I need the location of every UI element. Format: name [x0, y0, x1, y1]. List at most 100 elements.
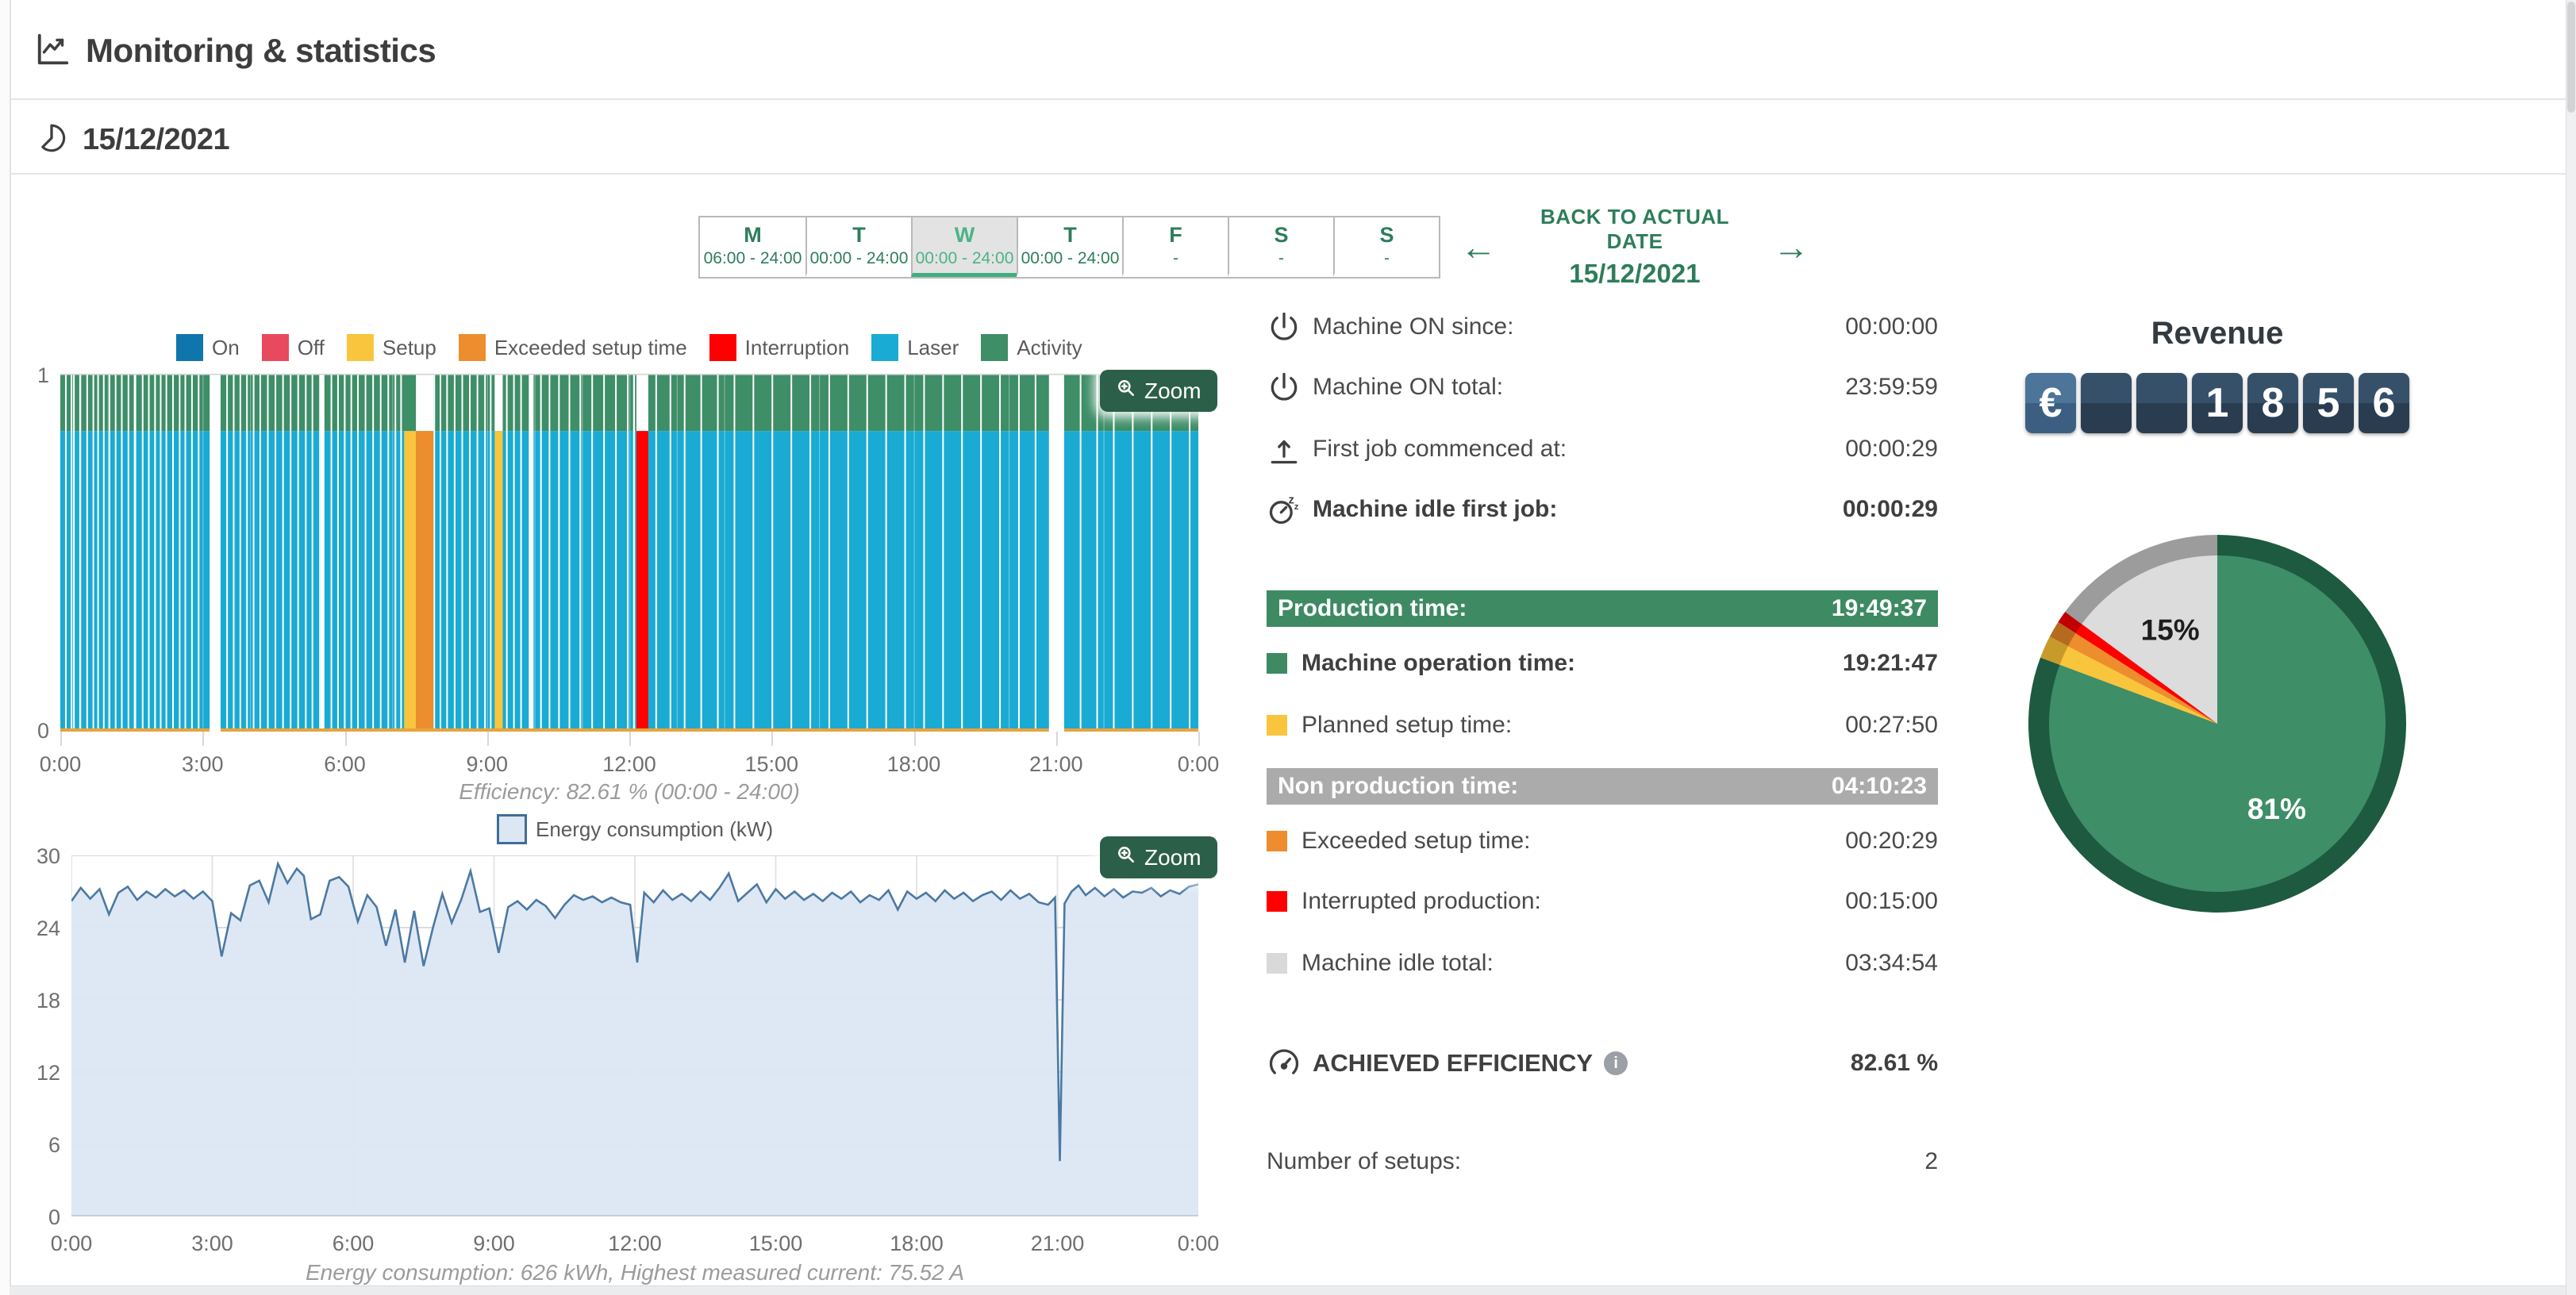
- pie-label-machine-operation: 81%: [2247, 793, 2306, 825]
- previous-day-arrow[interactable]: ←: [1460, 229, 1497, 265]
- timeline-x-label: 21:00: [1029, 752, 1083, 777]
- stat-label: Machine idle total:: [1301, 950, 1494, 977]
- day-cell-s-6[interactable]: S-: [1333, 217, 1439, 277]
- stat-value: 00:00:29: [1843, 496, 1938, 523]
- info-icon[interactable]: i: [1604, 1051, 1628, 1075]
- stat-label: Machine idle first job:: [1313, 496, 1557, 523]
- legend-swatch-exceeded-setup-time: [459, 334, 486, 361]
- day-cell-m-0[interactable]: M06:00 - 24:00: [700, 217, 805, 277]
- day-range: 00:00 - 24:00: [810, 248, 909, 268]
- energy-zoom-button[interactable]: Zoom: [1100, 836, 1217, 878]
- day-range: -: [1173, 248, 1178, 268]
- timeline-x-label: 6:00: [324, 752, 366, 777]
- energy-x-label: 3:00: [191, 1232, 233, 1256]
- timeline-x-label: 0:00: [40, 752, 82, 777]
- scrollbar-thumb[interactable]: [2567, 2, 2575, 113]
- production-pie-chart: 81% 15%: [2027, 533, 2408, 914]
- legend-swatch-setup: [347, 334, 374, 361]
- legend-item-setup: Setup: [347, 334, 436, 361]
- stat-label: ACHIEVED EFFICIENCY: [1313, 1049, 1593, 1078]
- timeline-x-tick: [629, 732, 631, 746]
- timeline-x-tick: [1056, 732, 1058, 746]
- timeline-y-min: 0: [37, 719, 49, 744]
- date-divider: [10, 173, 2566, 175]
- day-range: -: [1278, 248, 1284, 268]
- energy-consumption-chart[interactable]: [71, 855, 1198, 1216]
- legend-swatch-off: [262, 334, 289, 361]
- stat-value: 00:27:50: [1845, 712, 1938, 739]
- date-navigation: ← BACK TO ACTUAL DATE 15/12/2021 →: [1460, 213, 1809, 281]
- stat-label: Machine ON since:: [1313, 313, 1513, 340]
- revenue-title: Revenue: [2151, 316, 2284, 352]
- revenue-digit-tile-2: [2136, 373, 2187, 433]
- day-letter: M: [744, 222, 762, 249]
- stat-label: First job commenced at:: [1313, 436, 1567, 463]
- day-range: 00:00 - 24:00: [916, 248, 1014, 268]
- day-cell-f-4[interactable]: F-: [1122, 217, 1228, 277]
- day-letter: S: [1274, 222, 1288, 249]
- energy-x-label: 9:00: [473, 1232, 515, 1256]
- stat-value: 2: [1924, 1148, 1938, 1175]
- stat-row-machine-on-total: Machine ON total:23:59:59: [1267, 370, 1938, 405]
- legend-label: Off: [298, 336, 325, 360]
- legend-item-off: Off: [262, 334, 325, 361]
- stat-value: 00:00:00: [1845, 313, 1938, 340]
- magnifier-plus-icon: [1116, 378, 1136, 404]
- day-letter: F: [1169, 222, 1182, 249]
- next-section-edge: [10, 1285, 2566, 1295]
- takeoff-icon: [1267, 432, 1301, 467]
- pie-label-machine-idle: 15%: [2141, 614, 2200, 647]
- vertical-scrollbar[interactable]: [2566, 0, 2576, 1295]
- timeline-x-label: 15:00: [744, 752, 798, 777]
- legend-swatch-activity: [981, 334, 1008, 361]
- legend-item-activity: Activity: [981, 334, 1082, 361]
- efficiency-caption: Efficiency: 82.61 % (00:00 - 24:00): [459, 779, 800, 805]
- timeline-zoom-button[interactable]: Zoom: [1100, 370, 1217, 412]
- date-header: 15/12/2021: [35, 117, 229, 162]
- energy-y-label: 18: [37, 989, 60, 1013]
- stat-label: Interrupted production:: [1301, 888, 1541, 915]
- day-range: 06:00 - 24:00: [704, 248, 802, 268]
- day-range: 00:00 - 24:00: [1021, 248, 1120, 268]
- legend-swatch-interruption: [709, 334, 736, 361]
- energy-x-label: 0:00: [51, 1232, 93, 1256]
- machine-state-timeline-chart[interactable]: [60, 374, 1198, 732]
- day-cell-s-5[interactable]: S-: [1228, 217, 1333, 277]
- timeline-x-label: 0:00: [1178, 752, 1220, 777]
- legend-label: Setup: [383, 336, 436, 360]
- energy-y-label: 6: [48, 1133, 60, 1158]
- svg-text:z: z: [1294, 502, 1299, 512]
- energy-legend: Energy consumption (kW): [497, 814, 773, 844]
- energy-x-label: 12:00: [608, 1232, 662, 1256]
- stat-value: 00:00:29: [1845, 436, 1938, 463]
- day-cell-t-3[interactable]: T00:00 - 24:00: [1017, 217, 1122, 277]
- timeline-x-label: 12:00: [602, 752, 656, 777]
- next-day-arrow[interactable]: →: [1773, 229, 1809, 265]
- timeline-x-label: 9:00: [466, 752, 508, 777]
- back-to-actual-date[interactable]: BACK TO ACTUAL DATE 15/12/2021: [1517, 205, 1752, 289]
- stat-label: Machine ON total:: [1313, 374, 1503, 401]
- timeline-legend: OnOffSetupExceeded setup timeInterruptio…: [176, 334, 1082, 361]
- revenue-display: €1856: [2025, 373, 2409, 433]
- page-header: Monitoring & statistics: [35, 29, 436, 73]
- legend-swatch-on: [176, 334, 203, 361]
- stat-swatch: [1267, 891, 1287, 912]
- timeline-y-max: 1: [37, 363, 49, 388]
- revenue-digit-tile-6: 6: [2359, 373, 2409, 433]
- legend-swatch-laser: [871, 334, 898, 361]
- energy-x-label: 15:00: [749, 1232, 803, 1256]
- stat-swatch: [1267, 653, 1287, 674]
- idle-icon: zz: [1267, 492, 1301, 527]
- timeline-x-tick: [771, 732, 773, 746]
- legend-item-laser: Laser: [871, 334, 959, 361]
- day-letter: S: [1379, 222, 1394, 249]
- day-cell-t-1[interactable]: T00:00 - 24:00: [805, 217, 911, 277]
- stat-value: 03:34:54: [1845, 950, 1938, 977]
- monitoring-page: Monitoring & statistics 15/12/2021 M06:0…: [0, 0, 2576, 1295]
- legend-item-on: On: [176, 334, 240, 361]
- day-cell-w-2[interactable]: W00:00 - 24:00: [911, 217, 1017, 277]
- stat-row-non-production-time: Non production time:04:10:23: [1267, 768, 1938, 805]
- day-letter: T: [852, 222, 866, 249]
- stat-value: 19:21:47: [1843, 650, 1938, 677]
- day-letter: W: [955, 222, 975, 249]
